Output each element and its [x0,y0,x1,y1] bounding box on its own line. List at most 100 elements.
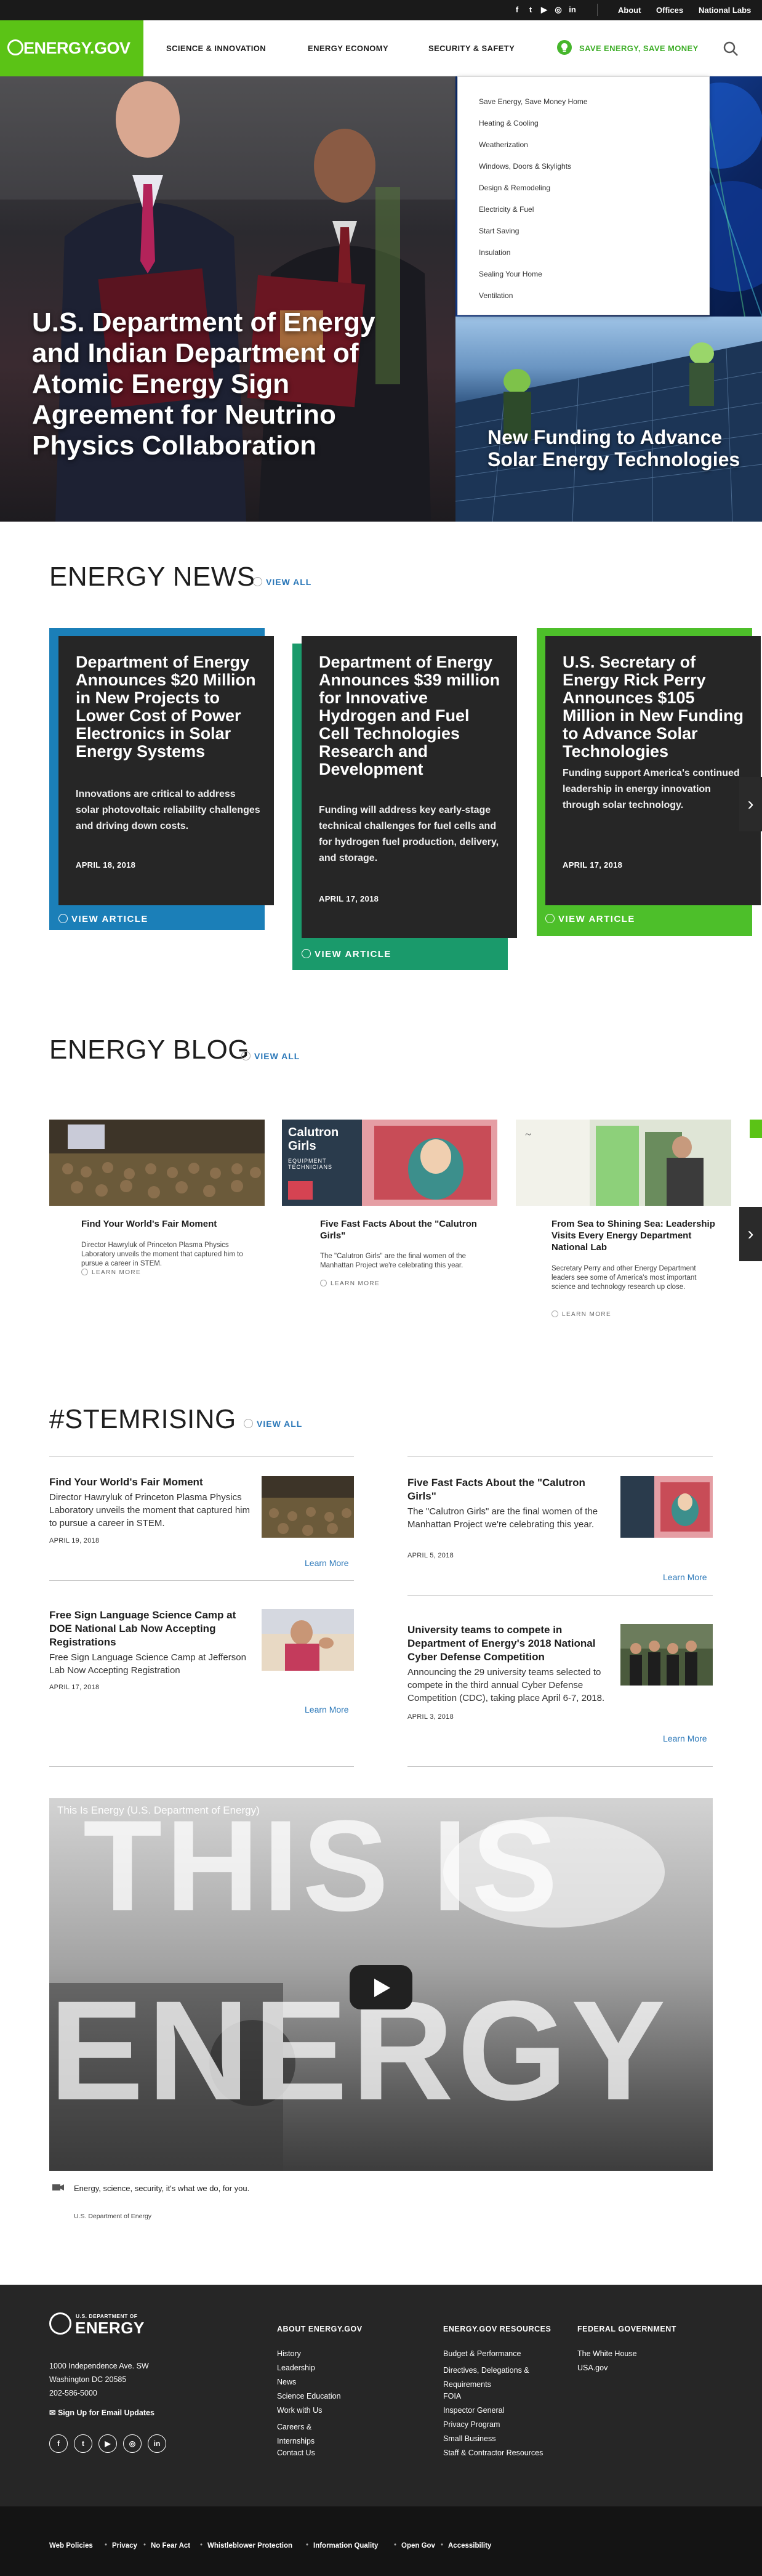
footer-link[interactable]: Inspector General [443,2406,504,2415]
footer-bottom-link[interactable]: Open Gov [401,2542,435,2550]
learn-more-link[interactable]: LEARN MORE [320,1280,380,1287]
util-link-national-labs[interactable]: National Labs [699,6,751,15]
linkedin-icon[interactable]: in [567,4,578,15]
facebook-icon[interactable]: f [511,4,523,15]
search-icon[interactable] [722,40,739,57]
footer-bottom-link[interactable]: No Fear Act [151,2542,190,2550]
blog-image-national-lab[interactable]: ~ [516,1120,731,1206]
footer-link[interactable]: The White House [577,2349,637,2358]
news-card[interactable]: Department of Energy Announces $39 milli… [302,636,517,938]
facebook-icon[interactable]: f [49,2434,68,2453]
footer-link[interactable]: Small Business [443,2434,495,2443]
blog-card[interactable]: Five Fast Facts About the "Calutron Girl… [308,1206,492,1292]
blog-card-title[interactable]: Find Your World's Fair Moment [81,1218,247,1230]
news-view-all[interactable]: VIEW ALL [253,577,311,587]
email-signup-link[interactable]: ✉ Sign Up for Email Updates [49,2408,154,2417]
footer-link[interactable]: Leadership [277,2364,315,2372]
stem-thumb-calutron[interactable] [620,1476,713,1538]
nav-security-safety[interactable]: SECURITY & SAFETY [428,44,515,53]
footer-link[interactable]: History [277,2349,301,2358]
hero-image-solar[interactable] [455,317,762,522]
blog-card-title[interactable]: Five Fast Facts About the "Calutron Girl… [320,1218,486,1242]
learn-more-link[interactable]: Learn More [663,1734,707,1743]
view-article-button[interactable]: VIEW ARTICLE [58,914,148,924]
learn-more-link[interactable]: Learn More [305,1705,349,1714]
stem-item-title[interactable]: Five Fast Facts About the "Calutron Girl… [407,1476,611,1503]
news-card[interactable]: Department of Energy Announces $20 Milli… [58,636,274,905]
footer-link[interactable]: Budget & Performance [443,2349,521,2358]
footer-bottom-link[interactable]: Web Policies [49,2542,93,2550]
menu-item-design-remodeling[interactable]: Design & Remodeling [479,184,550,192]
footer-link[interactable]: Science Education [277,2392,341,2400]
stem-item-title[interactable]: University teams to compete in Departmen… [407,1623,611,1664]
learn-more-label: LEARN MORE [562,1311,612,1318]
youtube-icon[interactable]: ▶ [539,4,550,15]
learn-more-link[interactable]: LEARN MORE [81,1269,141,1276]
blog-card-title[interactable]: From Sea to Shining Sea: Leadership Visi… [551,1218,718,1253]
footer-bottom-link[interactable]: Information Quality [313,2542,378,2550]
stem-item-title[interactable]: Free Sign Language Science Camp at DOE N… [49,1609,252,1649]
hero-side-headline[interactable]: New Funding to Advance Solar Energy Tech… [487,426,746,470]
twitter-icon[interactable]: t [525,4,536,15]
footer-link[interactable]: Work with Us [277,2406,322,2415]
footer-logo[interactable]: ENERGY [75,2319,145,2338]
learn-more-link[interactable]: Learn More [663,1572,707,1582]
stem-thumb-cyber-defense[interactable] [620,1624,713,1686]
news-next-arrow[interactable]: › [739,777,762,831]
stem-thumb-sign-language[interactable] [262,1609,354,1671]
footer-link[interactable]: Contact Us [277,2449,315,2457]
footer-link[interactable]: FOIA [443,2392,461,2400]
news-card-title[interactable]: U.S. Secretary of Energy Rick Perry Anno… [563,653,747,761]
learn-more-link[interactable]: LEARN MORE [551,1310,611,1318]
blog-card[interactable]: From Sea to Shining Sea: Leadership Visi… [539,1206,731,1323]
menu-item-sealing-home[interactable]: Sealing Your Home [479,270,542,278]
hero-headline[interactable]: U.S. Department of Energy and Indian Dep… [32,307,377,461]
video-player[interactable]: THIS IS ENERGY This Is Energy (U.S. Depa… [49,1798,713,2171]
menu-item-ventilation[interactable]: Ventilation [479,291,513,300]
menu-item-insulation[interactable]: Insulation [479,248,510,257]
stem-thumb-worlds-fair[interactable] [262,1476,354,1538]
play-button[interactable] [350,1965,412,2009]
nav-save-energy[interactable]: SAVE ENERGY, SAVE MONEY [579,44,699,53]
stem-view-all[interactable]: VIEW ALL [244,1419,302,1429]
footer-link[interactable]: Staff & Contractor Resources [443,2449,543,2457]
blog-image-worlds-fair[interactable] [49,1120,265,1206]
footer-bottom-link[interactable]: Accessibility [448,2542,491,2550]
twitter-icon[interactable]: t [74,2434,92,2453]
footer-link[interactable]: Directives, Delegations & Requirements [443,2364,548,2392]
menu-item-windows-doors-skylights[interactable]: Windows, Doors & Skylights [479,162,571,171]
menu-item-start-saving[interactable]: Start Saving [479,227,519,235]
linkedin-icon[interactable]: in [148,2434,166,2453]
footer-bottom-link[interactable]: Whistleblower Protection [207,2542,292,2550]
footer-link[interactable]: Privacy Program [443,2420,500,2429]
nav-energy-economy[interactable]: ENERGY ECONOMY [308,44,388,53]
footer-link[interactable]: USA.gov [577,2364,608,2372]
learn-more-link[interactable]: Learn More [305,1558,349,1568]
menu-item-weatherization[interactable]: Weatherization [479,140,528,149]
util-link-about[interactable]: About [618,6,641,15]
site-logo[interactable]: ENERGY.GOV [0,20,143,76]
blog-image-calutron-girls[interactable]: Calutron Girls EQUIPMENT TECHNICIANS [282,1120,497,1206]
menu-item-heating-cooling[interactable]: Heating & Cooling [479,119,539,127]
view-article-button[interactable]: VIEW ARTICLE [302,949,391,959]
menu-item-save-energy-home[interactable]: Save Energy, Save Money Home [479,97,588,106]
instagram-icon[interactable]: ◎ [123,2434,142,2453]
menu-item-electricity-fuel[interactable]: Electricity & Fuel [479,205,534,214]
blog-next-arrow[interactable]: › [739,1207,762,1261]
news-card-title[interactable]: Department of Energy Announces $39 milli… [319,653,503,778]
video-title[interactable]: This Is Energy (U.S. Department of Energ… [57,1804,260,1817]
youtube-icon[interactable]: ▶ [98,2434,117,2453]
news-card-title[interactable]: Department of Energy Announces $20 Milli… [76,653,260,761]
news-card[interactable]: U.S. Secretary of Energy Rick Perry Anno… [545,636,761,905]
footer-bottom-link[interactable]: Privacy [112,2542,137,2550]
view-article-button[interactable]: VIEW ARTICLE [545,914,635,924]
footer-link[interactable]: News [277,2378,296,2386]
instagram-icon[interactable]: ◎ [553,4,564,15]
envelope-icon: ✉ [49,2408,58,2417]
util-link-offices[interactable]: Offices [656,6,683,15]
stem-item-title[interactable]: Find Your World's Fair Moment [49,1476,252,1489]
blog-card[interactable]: Find Your World's Fair Moment Director H… [69,1206,254,1280]
footer-link[interactable]: Careers & Internships [277,2420,326,2449]
nav-science-innovation[interactable]: SCIENCE & INNOVATION [166,44,266,53]
blog-view-all[interactable]: VIEW ALL [241,1051,300,1061]
